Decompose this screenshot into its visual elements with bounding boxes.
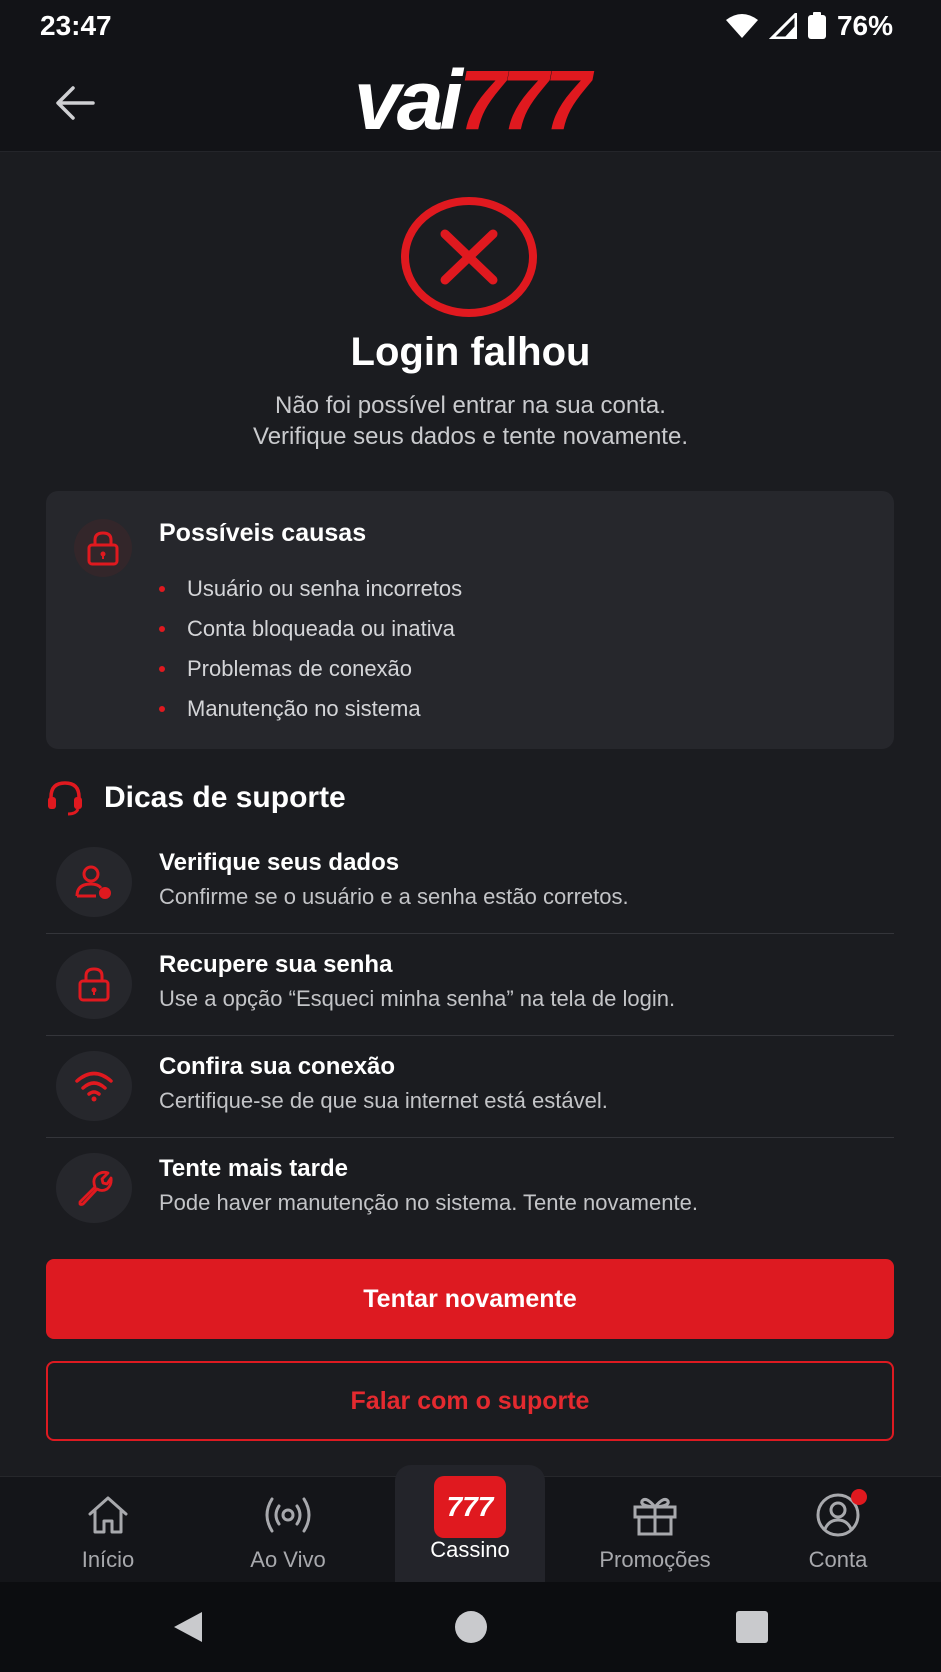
status-bar: 23:47 76%: [0, 0, 941, 52]
tip-description: Confirme se o usuário e a senha estão co…: [159, 884, 629, 909]
status-icons: 76%: [725, 10, 893, 42]
gift-icon: [633, 1498, 677, 1536]
nav-label: Início: [81, 1547, 135, 1572]
user-icon: [75, 865, 111, 899]
page-subtitle: Não foi possível entrar na sua conta. Ve…: [0, 390, 941, 452]
live-broadcast-icon: [265, 1497, 311, 1533]
logo-text-vai: vai: [354, 53, 463, 147]
tip-icon-badge: [56, 847, 132, 917]
retry-button[interactable]: Tentar novamente: [46, 1259, 894, 1339]
support-tips-list: Verifique seus dados Confirme se o usuár…: [46, 832, 894, 1240]
app-header: vai777: [0, 52, 941, 152]
nav-item-ao-vivo[interactable]: Ao Vivo: [213, 1477, 363, 1583]
battery-icon: [807, 12, 826, 39]
tip-title: Verifique seus dados: [159, 849, 400, 876]
tip-title: Recupere sua senha: [159, 951, 393, 978]
nav-item-inicio[interactable]: Início: [33, 1477, 183, 1583]
status-time: 23:47: [40, 10, 112, 41]
support-section-header: Dicas de suporte: [46, 778, 346, 818]
signal-icon: [768, 13, 797, 39]
nav-label: Cassino: [430, 1537, 510, 1562]
nav-label: Conta: [808, 1547, 868, 1572]
causes-list: Usuário ou senha incorretos Conta bloque…: [103, 569, 462, 729]
lock-icon: [87, 531, 119, 566]
system-recents-icon[interactable]: [735, 1610, 769, 1644]
nav-item-promocoes[interactable]: Promoções: [580, 1477, 730, 1583]
nav-label: Ao Vivo: [250, 1547, 326, 1572]
wifi-icon: [75, 1071, 113, 1102]
system-home-icon[interactable]: [454, 1610, 488, 1644]
tip-title: Tente mais tarde: [159, 1155, 348, 1182]
nav-item-conta[interactable]: Conta: [763, 1477, 913, 1583]
lock-icon: [78, 967, 110, 1002]
tip-description: Use a opção “Esqueci minha senha” na tel…: [159, 986, 676, 1011]
tip-item-recover-password: Recupere sua senha Use a opção “Esqueci …: [46, 934, 894, 1036]
contact-support-button[interactable]: Falar com o suporte: [46, 1361, 894, 1441]
brand-logo: vai777: [0, 58, 941, 142]
home-icon: [88, 1496, 128, 1534]
wrench-icon: [78, 1170, 113, 1206]
nav-label: Promoções: [599, 1547, 711, 1572]
bottom-nav: Início Ao Vivo 777 Cassino Promoções Con…: [0, 1465, 941, 1583]
tip-icon-badge: [56, 1051, 132, 1121]
nav-item-cassino[interactable]: 777 Cassino: [395, 1465, 545, 1583]
cause-item: Manutenção no sistema: [103, 689, 462, 729]
notification-dot: [851, 1489, 867, 1505]
support-title: Dicas de suporte: [104, 781, 346, 814]
tip-icon-badge: [56, 1153, 132, 1223]
777-badge-icon: 777: [434, 1476, 506, 1538]
subtitle-line-2: Verifique seus dados e tente novamente.: [253, 423, 688, 450]
headset-icon: [48, 781, 82, 816]
tip-item-verify-data: Verifique seus dados Confirme se o usuár…: [46, 832, 894, 934]
cause-item: Usuário ou senha incorretos: [103, 569, 462, 609]
tip-item-try-later: Tente mais tarde Pode haver manutenção n…: [46, 1138, 894, 1240]
wifi-status-icon: [725, 14, 758, 38]
possible-causes-card: Possíveis causas Usuário ou senha incorr…: [46, 491, 894, 749]
battery-percent: 76%: [836, 10, 893, 41]
system-back-icon[interactable]: [170, 1610, 204, 1644]
error-x-circle-icon: [401, 197, 537, 317]
system-nav-bar: [0, 1582, 941, 1672]
tip-description: Pode haver manutenção no sistema. Tente …: [159, 1190, 698, 1215]
page-title: Login falhou: [350, 330, 591, 374]
tip-title: Confira sua conexão: [159, 1053, 396, 1080]
cause-item: Problemas de conexão: [103, 649, 462, 689]
logo-text-777: 777: [458, 53, 591, 147]
tip-item-check-connection: Confira sua conexão Certifique-se de que…: [46, 1036, 894, 1138]
subtitle-line-1: Não foi possível entrar na sua conta.: [275, 392, 666, 419]
causes-title: Possíveis causas: [159, 519, 367, 547]
tip-icon-badge: [56, 949, 132, 1019]
cause-item: Conta bloqueada ou inativa: [103, 609, 462, 649]
tip-description: Certifique-se de que sua internet está e…: [159, 1088, 608, 1113]
